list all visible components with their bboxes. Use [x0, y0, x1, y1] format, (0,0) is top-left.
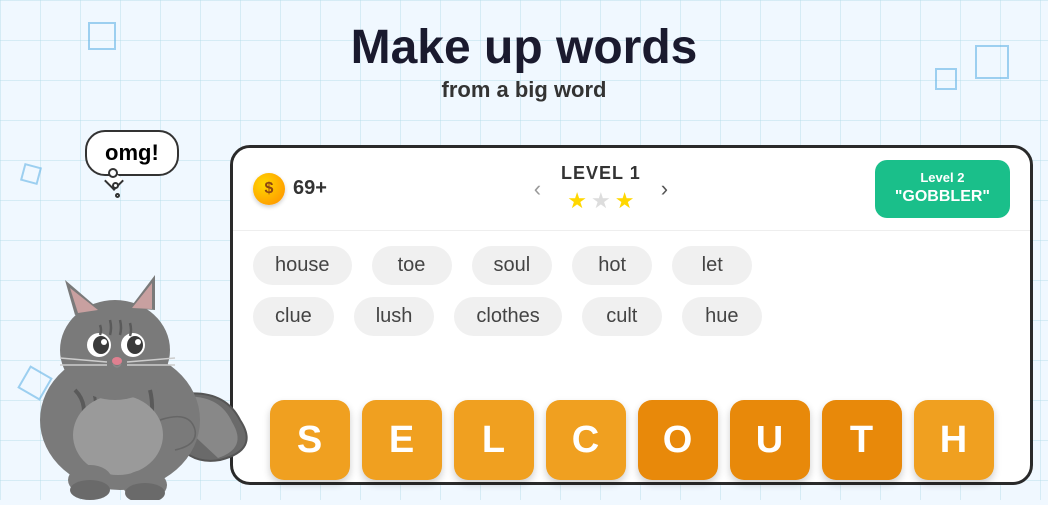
- speech-bubble: omg!: [85, 130, 179, 176]
- word-lush[interactable]: lush: [354, 297, 435, 336]
- cat-illustration: [0, 180, 250, 500]
- tile-S[interactable]: S: [270, 400, 350, 480]
- tile-O[interactable]: O: [638, 400, 718, 480]
- nav-right-arrow[interactable]: ›: [656, 171, 673, 207]
- level-label: LEVEL 1: [561, 163, 641, 184]
- word-hot[interactable]: hot: [572, 246, 652, 285]
- word-soul[interactable]: soul: [472, 246, 553, 285]
- word-hue[interactable]: hue: [682, 297, 762, 336]
- words-row-2: clue lush clothes cult hue: [253, 297, 1010, 336]
- bubble-dot-3: [115, 193, 120, 198]
- word-house[interactable]: house: [253, 246, 352, 285]
- next-level-button[interactable]: Level 2 "GOBBLER": [875, 160, 1010, 218]
- word-cult[interactable]: cult: [582, 297, 662, 336]
- bubble-dot-2: [112, 182, 119, 189]
- tile-H[interactable]: H: [914, 400, 994, 480]
- next-level-label: Level 2: [895, 170, 990, 187]
- words-row-1: house toe soul hot let: [253, 246, 1010, 285]
- coin-area: $ 69+: [253, 173, 327, 205]
- tile-E[interactable]: E: [362, 400, 442, 480]
- star-3: ★: [615, 188, 635, 214]
- word-clue[interactable]: clue: [253, 297, 334, 336]
- coin-icon: $: [253, 173, 285, 205]
- top-bar: $ 69+ ‹ LEVEL 1 ★ ★ ★ › Level 2 "GOBBLER…: [233, 148, 1030, 231]
- star-1: ★: [567, 188, 587, 214]
- speech-bubble-text: omg!: [105, 140, 159, 165]
- tile-C[interactable]: C: [546, 400, 626, 480]
- bubble-dots: [108, 168, 120, 198]
- nav-left-arrow[interactable]: ‹: [529, 171, 546, 207]
- tile-U[interactable]: U: [730, 400, 810, 480]
- stars-row: ★ ★ ★: [561, 188, 641, 214]
- level-center: ‹ LEVEL 1 ★ ★ ★ ›: [529, 163, 673, 214]
- next-level-name: "GOBBLER": [895, 187, 990, 208]
- coin-count: 69+: [293, 177, 327, 200]
- bubble-dot-1: [108, 168, 118, 178]
- page-title: Make up words: [0, 20, 1048, 75]
- tiles-row: S E L C O U T H: [230, 400, 1033, 480]
- word-let[interactable]: let: [672, 246, 752, 285]
- words-area: house toe soul hot let clue lush clothes…: [233, 231, 1030, 351]
- tile-L[interactable]: L: [454, 400, 534, 480]
- word-toe[interactable]: toe: [372, 246, 452, 285]
- header: Make up words from a big word: [0, 20, 1048, 103]
- page-subtitle: from a big word: [0, 77, 1048, 103]
- word-clothes[interactable]: clothes: [454, 297, 561, 336]
- star-2: ★: [591, 188, 611, 214]
- level-info: LEVEL 1 ★ ★ ★: [561, 163, 641, 214]
- tile-T[interactable]: T: [822, 400, 902, 480]
